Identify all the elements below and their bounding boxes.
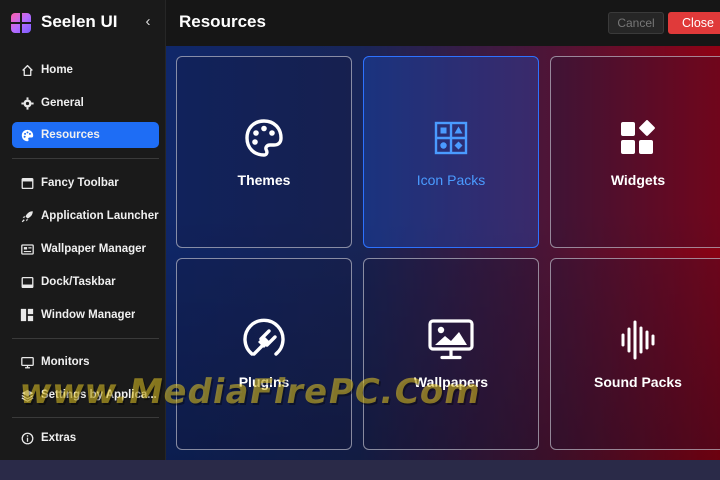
sidebar-item-label: Application Launcher [41, 210, 159, 222]
icon-pack-icon [364, 117, 538, 159]
header: Resources Cancel Close [166, 0, 720, 46]
brand: Seelen UI ‹ [0, 0, 166, 46]
sidebar-item-label: Resources [41, 129, 100, 141]
sidebar-item-label: General [41, 97, 84, 109]
layers-icon [20, 388, 34, 402]
divider [12, 158, 159, 159]
sound-wave-icon [551, 319, 720, 361]
sidebar-item-label: Home [41, 64, 73, 76]
sidebar-item-home[interactable]: Home [12, 57, 159, 83]
collapse-sidebar-button[interactable]: ‹ [138, 12, 158, 32]
home-icon [20, 63, 34, 77]
resource-card-sound-packs[interactable]: Sound Packs [550, 258, 720, 450]
palette-icon [20, 128, 34, 142]
sidebar-item-dock-taskbar[interactable]: Dock/Taskbar [12, 269, 159, 295]
wallpaper-icon [364, 319, 538, 361]
resource-card-widgets[interactable]: Widgets [550, 56, 720, 248]
seelen-logo-icon [11, 13, 31, 33]
divider [12, 417, 159, 418]
toolbar-icon [20, 176, 34, 190]
sidebar-item-label: Monitors [41, 356, 90, 368]
sidebar: Seelen UI ‹ Home General Resources Fancy… [0, 0, 166, 460]
resource-card-icon-packs[interactable]: Icon Packs [363, 56, 539, 248]
sidebar-item-label: Fancy Toolbar [41, 177, 119, 189]
sidebar-item-label: Settings by Applica... [41, 389, 157, 401]
sidebar-item-label: Extras [41, 432, 77, 444]
sidebar-item-wallpaper-manager[interactable]: Wallpaper Manager [12, 236, 159, 262]
card-label: Themes [237, 172, 291, 188]
resources-grid: Themes Icon Packs Widgets Plugins Wallpa… [166, 46, 720, 460]
rocket-icon [20, 209, 34, 223]
card-label: Widgets [610, 172, 666, 188]
page-title: Resources [179, 12, 266, 31]
app-title: Seelen UI [41, 12, 118, 31]
resource-card-plugins[interactable]: Plugins [176, 258, 352, 450]
sidebar-item-settings-by-application[interactable]: Settings by Applica... [12, 382, 159, 408]
gear-icon [20, 96, 34, 110]
cancel-button[interactable]: Cancel [608, 12, 664, 34]
sidebar-item-label: Window Manager [41, 309, 136, 321]
sidebar-item-fancy-toolbar[interactable]: Fancy Toolbar [12, 170, 159, 196]
sidebar-item-label: Dock/Taskbar [41, 276, 116, 288]
card-label: Icon Packs [416, 172, 486, 188]
sidebar-item-monitors[interactable]: Monitors [12, 349, 159, 375]
window-manager-icon [20, 308, 34, 322]
card-label: Plugins [238, 374, 290, 390]
divider [12, 338, 159, 339]
sidebar-item-window-manager[interactable]: Window Manager [12, 302, 159, 328]
card-label: Sound Packs [594, 374, 682, 390]
info-icon [20, 431, 34, 445]
palette-icon [177, 117, 351, 159]
card-label: Wallpapers [413, 374, 489, 390]
resource-card-wallpapers[interactable]: Wallpapers [363, 258, 539, 450]
sidebar-item-general[interactable]: General [12, 90, 159, 116]
widgets-icon [551, 117, 720, 159]
plug-icon [177, 318, 351, 361]
sidebar-item-resources[interactable]: Resources [12, 122, 159, 148]
sidebar-item-application-launcher[interactable]: Application Launcher [12, 203, 159, 229]
sidebar-item-label: Wallpaper Manager [41, 243, 147, 255]
dock-icon [20, 275, 34, 289]
close-button[interactable]: Close [668, 12, 720, 34]
wallpaper-icon [20, 242, 34, 256]
sidebar-item-extras[interactable]: Extras [12, 425, 159, 451]
taskbar-strip [0, 460, 720, 480]
resource-card-themes[interactable]: Themes [176, 56, 352, 248]
monitor-icon [20, 355, 34, 369]
